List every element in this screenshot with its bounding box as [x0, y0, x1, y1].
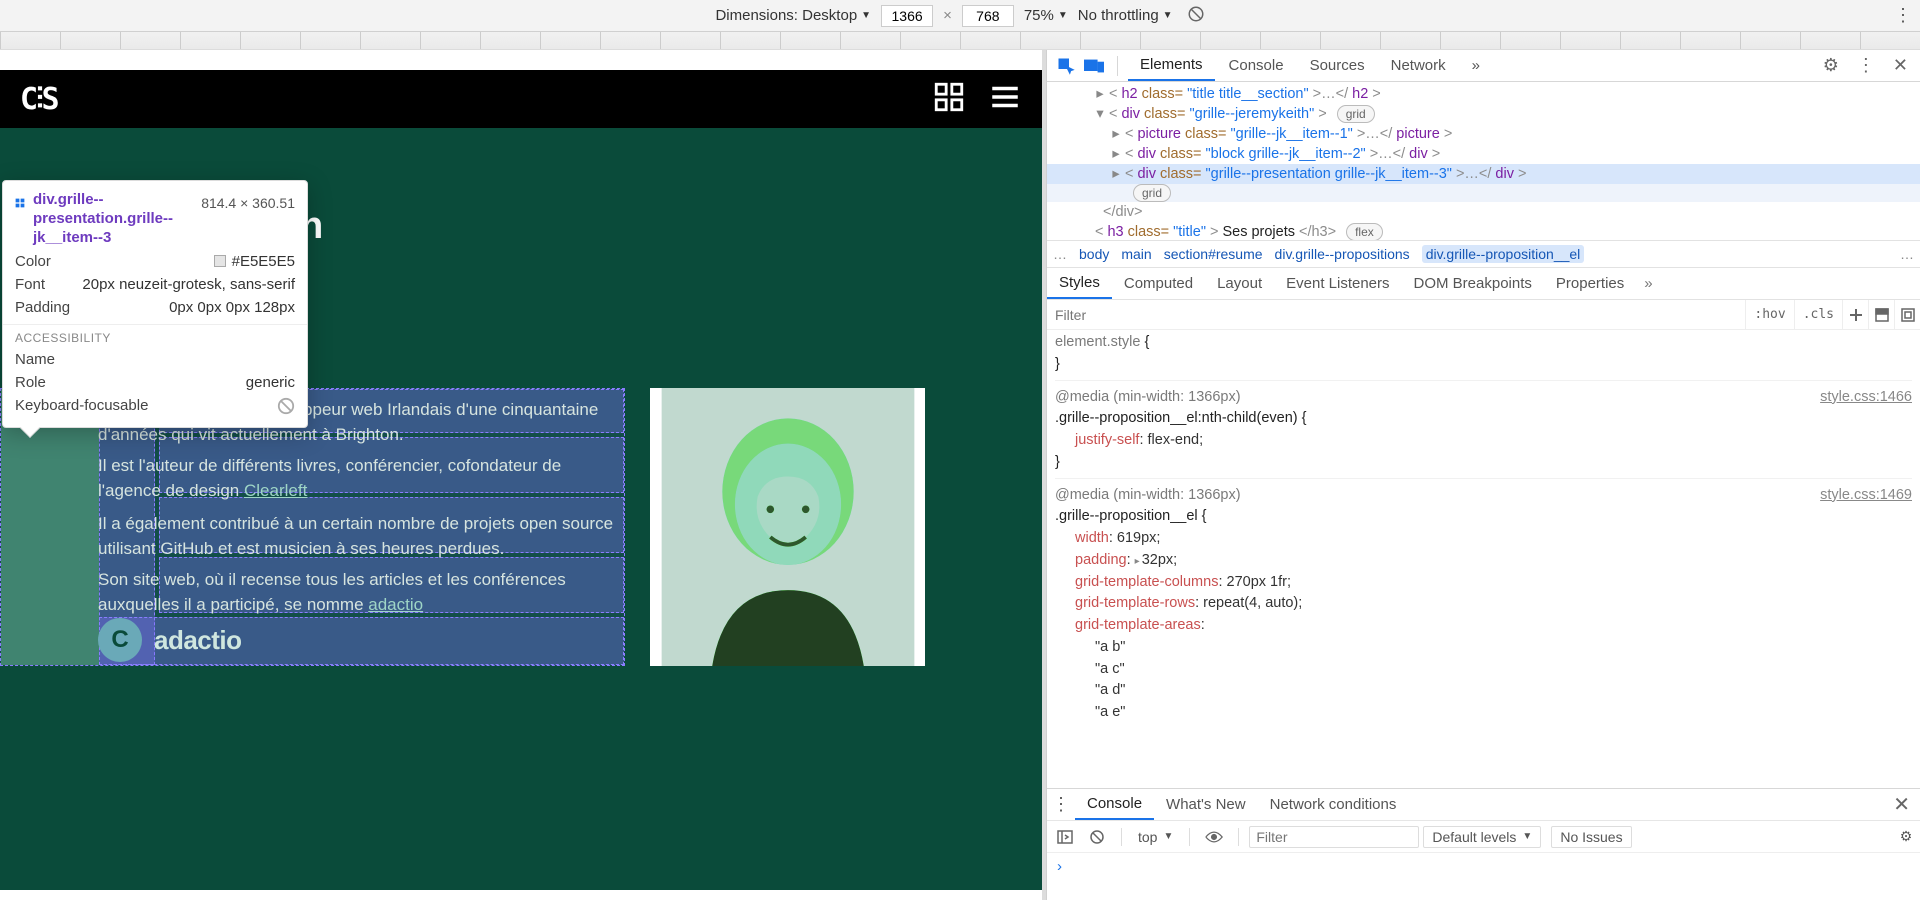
grid-badge[interactable]: grid: [1133, 184, 1171, 202]
settings-icon[interactable]: ⚙: [1817, 55, 1845, 76]
source-link[interactable]: style.css:1469: [1820, 485, 1912, 507]
console-settings-icon[interactable]: ⚙: [1892, 828, 1920, 845]
console-sidebar-icon[interactable]: [1051, 829, 1079, 845]
devtools-main-toolbar: Elements Console Sources Network » ⚙ ⋮ ✕: [1047, 50, 1920, 82]
dimensions-sep: ×: [943, 7, 952, 24]
menu-icon[interactable]: [988, 80, 1022, 119]
new-rule-icon[interactable]: [1842, 300, 1868, 329]
adactio-logo-icon: C: [98, 618, 142, 662]
adactio-word: adactio: [154, 625, 242, 656]
link-clearleft[interactable]: Clearleft: [244, 481, 307, 500]
drawer-tab-console[interactable]: Console: [1075, 789, 1154, 820]
padding-overlay: [1, 389, 99, 665]
styles-pane[interactable]: element.style { } style.css:1466 @media …: [1047, 330, 1920, 788]
link-adactio[interactable]: adactio: [368, 595, 423, 614]
tab-event-listeners[interactable]: Event Listeners: [1274, 268, 1401, 299]
console-toolbar: top▼ Default levels▼ No Issues ⚙: [1047, 821, 1920, 853]
chevron-down-icon: ▼: [861, 10, 871, 21]
rotate-icon[interactable]: [1187, 5, 1205, 27]
styles-filter-input[interactable]: [1047, 307, 1745, 323]
drawer-tab-whatsnew[interactable]: What's New: [1154, 789, 1258, 820]
breadcrumb-item[interactable]: main: [1121, 246, 1151, 262]
device-mode-icon[interactable]: [1081, 53, 1107, 79]
devtools-panel: Elements Console Sources Network » ⚙ ⋮ ✕…: [1046, 50, 1920, 900]
tooltip-selector: div.grille--presentation.grille--jk__ite…: [33, 191, 193, 247]
cls-toggle[interactable]: .cls: [1794, 300, 1842, 329]
throttle-value: No throttling: [1078, 7, 1159, 24]
zoom-value: 75%: [1024, 7, 1054, 24]
tab-overflow-icon[interactable]: »: [1638, 275, 1658, 292]
issues-button[interactable]: No Issues: [1551, 826, 1631, 848]
zoom-select[interactable]: 75% ▼: [1024, 7, 1068, 24]
context-select[interactable]: top▼: [1132, 829, 1179, 845]
console-filter-input[interactable]: [1249, 826, 1419, 848]
chevron-down-icon: ▼: [1058, 10, 1068, 21]
log-levels-select[interactable]: Default levels▼: [1423, 826, 1541, 848]
tab-dom-breakpoints[interactable]: DOM Breakpoints: [1402, 268, 1544, 299]
tab-layout[interactable]: Layout: [1205, 268, 1274, 299]
page-paragraph: Il est l'auteur de différents livres, co…: [98, 454, 623, 503]
breadcrumb-item[interactable]: section#resume: [1164, 246, 1263, 262]
hov-toggle[interactable]: :hov: [1745, 300, 1793, 329]
breadcrumb-item[interactable]: div.grille--proposition__el: [1422, 245, 1585, 263]
not-focusable-icon: [277, 397, 295, 419]
chevron-down-icon: ▼: [1163, 10, 1173, 21]
tab-elements[interactable]: Elements: [1128, 50, 1215, 81]
viewport-width-input[interactable]: [881, 5, 933, 27]
device-more-icon[interactable]: ⋮: [1894, 5, 1912, 26]
drawer-tab-netcond[interactable]: Network conditions: [1258, 789, 1409, 820]
drawer-kebab-icon[interactable]: ⋮: [1047, 794, 1075, 815]
tab-console[interactable]: Console: [1217, 50, 1296, 81]
styles-filter-bar: :hov .cls: [1047, 300, 1920, 330]
color-swatch-icon: [214, 255, 226, 267]
console-prompt[interactable]: ›: [1047, 853, 1920, 900]
dimensions-select[interactable]: Dimensions: Desktop ▼: [715, 7, 871, 24]
tab-styles[interactable]: Styles: [1047, 268, 1112, 299]
page-paragraph: Son site web, où il recense tous les art…: [98, 568, 623, 617]
breadcrumb-item[interactable]: div.grille--propositions: [1275, 246, 1410, 262]
styles-subtabs: Styles Computed Layout Event Listeners D…: [1047, 268, 1920, 300]
page-paragraph: Il a également contribué à un certain no…: [98, 512, 623, 561]
page-viewport: C⫶S h: [0, 50, 1042, 900]
devtools-drawer: ⋮ Console What's New Network conditions …: [1047, 788, 1920, 900]
expand-icon[interactable]: ▸: [1135, 554, 1140, 569]
grid-icon[interactable]: [932, 80, 966, 119]
dimensions-label: Dimensions: Desktop: [715, 7, 857, 24]
dom-tree[interactable]: ▸<h2 class="title title__section">…</h2>…: [1047, 82, 1920, 240]
tab-sources[interactable]: Sources: [1298, 50, 1377, 81]
close-icon[interactable]: ✕: [1887, 55, 1914, 76]
computed-toggle-icon[interactable]: [1868, 300, 1894, 329]
inspect-element-icon[interactable]: [1053, 53, 1079, 79]
live-expression-icon[interactable]: [1200, 830, 1228, 844]
tooltip-dimensions: 814.4 × 360.51: [201, 191, 295, 247]
box-model-icon[interactable]: [1894, 300, 1920, 329]
throttle-select[interactable]: No throttling ▼: [1078, 7, 1173, 24]
tab-properties[interactable]: Properties: [1544, 268, 1636, 299]
viewport-height-input[interactable]: [962, 5, 1014, 27]
dom-selected-node: ▸<div class="grille--presentation grille…: [1047, 164, 1920, 184]
breadcrumb-item[interactable]: body: [1079, 246, 1109, 262]
viewport-ruler: [0, 32, 1920, 50]
page-navbar: C⫶S: [0, 70, 1042, 128]
tab-network[interactable]: Network: [1379, 50, 1458, 81]
tab-computed[interactable]: Computed: [1112, 268, 1205, 299]
kebab-icon[interactable]: ⋮: [1851, 55, 1881, 76]
clear-console-icon[interactable]: [1083, 829, 1111, 845]
inspector-tooltip: div.grille--presentation.grille--jk__ite…: [2, 180, 308, 428]
source-link[interactable]: style.css:1466: [1820, 387, 1912, 409]
adactio-badge: C adactio: [98, 618, 242, 662]
site-logo[interactable]: C⫶S: [20, 82, 58, 117]
drawer-close-icon[interactable]: ✕: [1883, 792, 1920, 817]
dom-breadcrumbs[interactable]: … body main section#resume div.grille--p…: [1047, 240, 1920, 268]
tooltip-a11y-heading: ACCESSIBILITY: [15, 331, 295, 345]
grid-badge[interactable]: grid: [1337, 105, 1375, 123]
grid-badge-icon: [15, 195, 25, 213]
tab-overflow-icon[interactable]: »: [1460, 50, 1492, 81]
device-toolbar: Dimensions: Desktop ▼ × 75% ▼ No throttlin…: [0, 0, 1920, 32]
author-portrait: [650, 388, 925, 666]
flex-badge[interactable]: flex: [1346, 223, 1383, 240]
